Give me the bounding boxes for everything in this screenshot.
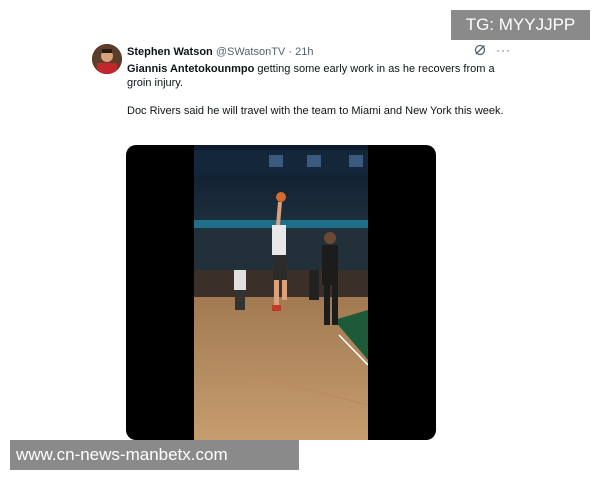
tweet-header: Stephen Watson @SWatsonTV · 21h <box>127 46 313 59</box>
tweet-paragraph-1: Giannis Antetokounmpo getting some early… <box>127 62 512 90</box>
tweet: Stephen Watson @SWatsonTV · 21h ··· Gian… <box>0 0 600 480</box>
more-icon[interactable]: ··· <box>496 44 511 56</box>
avatar-photo-icon <box>92 44 122 74</box>
tweet-text: Giannis Antetokounmpo getting some early… <box>127 62 512 132</box>
watermark-bottom: www.cn-news-manbetx.com <box>10 440 299 470</box>
video-frame <box>194 145 368 440</box>
avatar[interactable] <box>92 44 122 74</box>
grok-icon[interactable] <box>474 44 486 56</box>
watermark-top: TG: MYYJJPP <box>451 10 590 40</box>
tweet-actions: ··· <box>474 44 511 56</box>
tweet-paragraph-2: Doc Rivers said he will travel with the … <box>127 105 504 117</box>
tweet-time[interactable]: 21h <box>295 46 313 58</box>
separator-dot: · <box>288 46 293 58</box>
mention-link[interactable]: Giannis Antetokounmpo <box>127 63 254 75</box>
video-player[interactable] <box>126 145 436 440</box>
author-name[interactable]: Stephen Watson <box>127 46 213 58</box>
author-handle[interactable]: @SWatsonTV <box>216 46 285 58</box>
basketball-court-video-icon <box>194 145 368 440</box>
